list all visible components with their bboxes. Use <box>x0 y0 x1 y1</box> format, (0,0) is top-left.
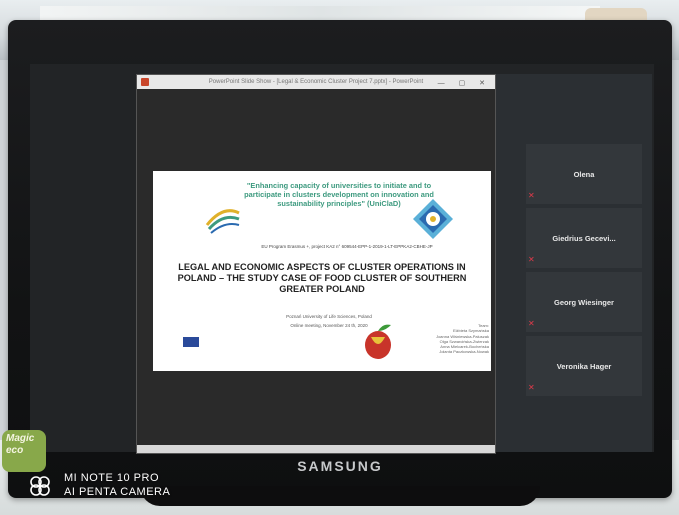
participant-tile[interactable]: Giedrius Gecevi... ✕ <box>526 208 642 268</box>
presentation-slide: "Enhancing capacity of universities to i… <box>153 171 491 371</box>
slide-show-window-title: PowerPoint Slide Show - [Legal & Economi… <box>208 79 424 85</box>
slide-show-window[interactable]: PowerPoint Slide Show - [Legal & Economi… <box>136 74 496 454</box>
mic-muted-icon: ✕ <box>528 191 535 200</box>
author-line: Jolanta Paczkowska-Nowak <box>439 349 489 355</box>
slide-university: Poznań University of Life Sciences, Pola… <box>286 314 372 319</box>
participant-name: Georg Wiesinger <box>554 297 614 307</box>
mic-muted-icon: ✕ <box>528 255 535 264</box>
participant-tile[interactable]: Veronika Hager ✕ <box>526 336 642 396</box>
camera-model: MI NOTE 10 PRO <box>64 472 160 484</box>
slide-show-statusbar[interactable] <box>137 445 495 453</box>
magic-eco-sticker: Magic eco <box>2 430 46 472</box>
camera-watermark: MI NOTE 10 PRO AI PENTA CAMERA <box>24 470 224 502</box>
camera-type: AI PENTA CAMERA <box>64 486 171 498</box>
window-controls[interactable]: — ▢ ✕ <box>438 77 491 89</box>
monitor: PowerPoint Slide Show - [Legal & Economi… <box>8 20 672 498</box>
slide-tagline: "Enhancing capacity of universities to i… <box>244 181 434 208</box>
mic-muted-icon: ✕ <box>528 383 535 392</box>
participant-name: Olena <box>573 169 595 179</box>
food-cluster-apple-icon <box>365 324 391 359</box>
slide-show-titlebar: PowerPoint Slide Show - [Legal & Economi… <box>137 75 495 89</box>
participant-name: Veronika Hager <box>556 361 612 371</box>
camera-lens-logo-icon <box>30 476 50 496</box>
project-id: EU Program Erasmus +, project KA2 n° 609… <box>261 244 433 249</box>
powerpoint-icon <box>141 78 149 86</box>
mic-muted-icon: ✕ <box>528 319 535 328</box>
slide-main-title: LEGAL AND ECONOMIC ASPECTS OF CLUSTER OP… <box>177 262 467 294</box>
university-logo-icon <box>205 209 240 234</box>
slide-authors: Team: Elżbieta Szymańska Joanna Wiśniews… <box>393 323 489 355</box>
participant-name: Giedrius Gecevi... <box>552 233 616 243</box>
eu-cofunded-logo <box>201 337 235 347</box>
participant-tile[interactable]: Olena ✕ <box>526 144 642 204</box>
participant-tile[interactable]: Georg Wiesinger ✕ <box>526 272 642 332</box>
uniclad-logo-icon <box>413 199 453 239</box>
eu-flag-icon <box>183 337 199 347</box>
participant-panel: Olena ✕ Giedrius Gecevi... ✕ Georg Wiesi… <box>496 74 652 452</box>
